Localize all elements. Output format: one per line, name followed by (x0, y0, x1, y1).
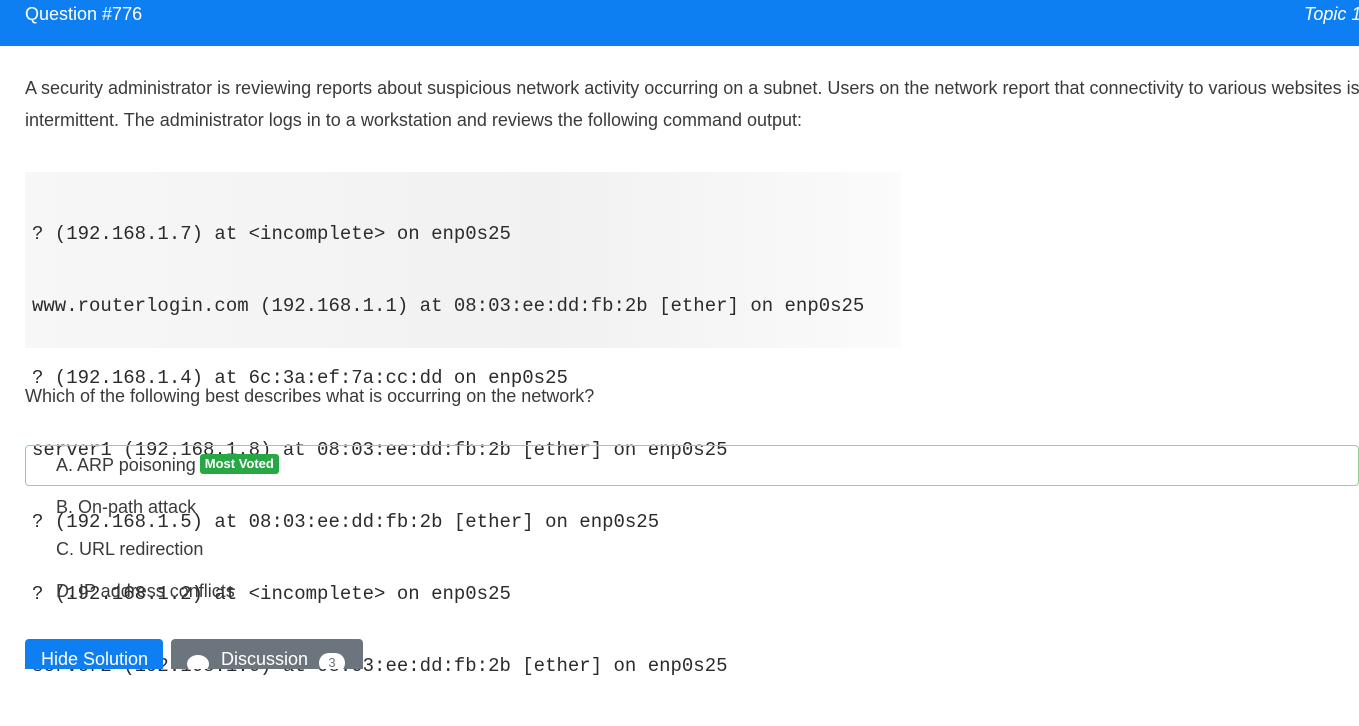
choice-label: A. ARP poisoning (56, 455, 196, 475)
hide-solution-label: Hide Solution (41, 649, 149, 669)
chat-bubble-icon (187, 655, 209, 669)
question-prompt: Which of the following best describes wh… (25, 386, 595, 406)
hide-solution-button[interactable]: Hide Solution (25, 639, 163, 669)
choice-d[interactable]: D. IP address conflicts (25, 571, 1359, 612)
question-body: A security administrator is reviewing re… (25, 72, 1359, 136)
discussion-label: Discussion (221, 649, 309, 669)
choice-label: D. IP address conflicts (56, 581, 235, 601)
command-line: www.routerlogin.com (192.168.1.1) at 08:… (32, 295, 865, 317)
choice-label: B. On-path attack (56, 497, 197, 517)
question-header: Question #776 Topic 1 (0, 0, 1359, 46)
most-voted-badge: Most Voted (199, 454, 279, 475)
choice-c[interactable]: C. URL redirection (25, 529, 1359, 570)
choice-a[interactable]: A. ARP poisoning Most Voted (25, 445, 1359, 486)
command-line: ? (192.168.1.7) at <incomplete> on enp0s… (32, 223, 511, 245)
choice-b[interactable]: B. On-path attack (25, 487, 1359, 528)
question-line: intermittent. The administrator logs in … (25, 110, 803, 130)
choice-label: C. URL redirection (56, 539, 204, 559)
command-output-image: ? (192.168.1.7) at <incomplete> on enp0s… (25, 172, 901, 677)
topic-label: Topic 1 (1304, 4, 1359, 24)
discussion-count-badge: 3 (319, 653, 345, 669)
question-line: A security administrator is reviewing re… (25, 78, 1359, 98)
answer-choices: A. ARP poisoning Most Voted B. On-path at… (25, 445, 1359, 613)
discussion-button[interactable]: Discussion 3 (171, 639, 363, 669)
question-number: Question #776 (25, 4, 143, 24)
